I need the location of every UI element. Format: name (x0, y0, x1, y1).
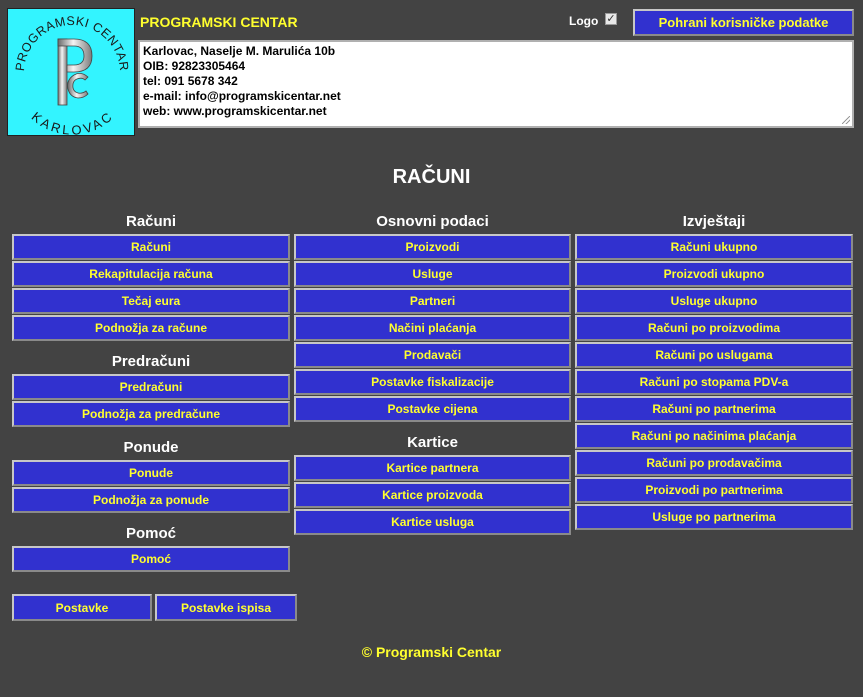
menu-racuni-po-proizvodima[interactable]: Računi po proizvodima (575, 315, 853, 341)
resize-grip-icon[interactable] (842, 116, 850, 124)
menu-usluge-po-partnerima[interactable]: Usluge po partnerima (575, 504, 853, 530)
menu-predracuni[interactable]: Predračuni (12, 374, 290, 400)
menu-podnozja-za-predracune[interactable]: Podnožja za predračune (12, 401, 290, 427)
footer-copyright: © Programski Centar (361, 644, 502, 660)
company-logo: PROGRAMSKI CENTAR KARLOVAC (7, 8, 135, 136)
menu-pomoc[interactable]: Pomoć (12, 546, 290, 572)
menu-racuni-po-uslugama[interactable]: Računi po uslugama (575, 342, 853, 368)
menu-postavke-fiskalizacije[interactable]: Postavke fiskalizacije (294, 369, 571, 395)
section-title-pomoc: Pomoć (125, 525, 176, 542)
menu-racuni-po-prodavacima[interactable]: Računi po prodavačima (575, 450, 853, 476)
menu-proizvodi-ukupno[interactable]: Proizvodi ukupno (575, 261, 853, 287)
section-title-racuni: Računi (125, 213, 176, 230)
menu-racuni-po-stopama-pdv[interactable]: Računi po stopama PDV-a (575, 369, 853, 395)
menu-kartice-proizvoda[interactable]: Kartice proizvoda (294, 482, 571, 508)
menu-ponude[interactable]: Ponude (12, 460, 290, 486)
print-settings-button[interactable]: Postavke ispisa (155, 594, 297, 621)
menu-prodavaci[interactable]: Prodavači (294, 342, 571, 368)
section-title-ponude: Ponude (123, 439, 179, 456)
svg-text:KARLOVAC: KARLOVAC (29, 109, 115, 136)
menu-nacini-placanja[interactable]: Načini plaćanja (294, 315, 571, 341)
save-user-data-button[interactable]: Pohrani korisničke podatke (633, 9, 854, 36)
menu-partneri[interactable]: Partneri (294, 288, 571, 314)
logo-toggle-label: Logo (569, 14, 599, 28)
section-title-predracuni: Predračuni (111, 353, 191, 370)
menu-racuni-po-nacinima-placanja[interactable]: Računi po načinima plaćanja (575, 423, 853, 449)
company-logo-graphic: PROGRAMSKI CENTAR KARLOVAC (13, 14, 131, 136)
menu-podnozja-za-racune[interactable]: Podnožja za račune (12, 315, 290, 341)
menu-kartice-partnera[interactable]: Kartice partnera (294, 455, 571, 481)
menu-usluge[interactable]: Usluge (294, 261, 571, 287)
section-title-osnovni-podaci: Osnovni podaci (376, 213, 489, 230)
menu-tecaj-eura[interactable]: Tečaj eura (12, 288, 290, 314)
section-title-izvjestaji: Izvještaji (682, 213, 746, 230)
company-info-textarea[interactable]: Karlovac, Naselje M. Marulića 10b OIB: 9… (138, 40, 854, 128)
info-line-email: e-mail: info@programskicentar.net (143, 89, 341, 103)
info-line-phone: tel: 091 5678 342 (143, 74, 238, 88)
menu-racuni[interactable]: Računi (12, 234, 290, 260)
menu-racuni-ukupno[interactable]: Računi ukupno (575, 234, 853, 260)
company-name: PROGRAMSKI CENTAR (140, 14, 298, 30)
menu-proizvodi-po-partnerima[interactable]: Proizvodi po partnerima (575, 477, 853, 503)
menu-postavke-cijena[interactable]: Postavke cijena (294, 396, 571, 422)
logo-bottom-text: KARLOVAC (29, 109, 114, 135)
menu-podnozja-za-ponude[interactable]: Podnožja za ponude (12, 487, 290, 513)
menu-kartice-usluga[interactable]: Kartice usluga (294, 509, 571, 535)
info-line-web: web: www.programskicentar.net (143, 104, 327, 118)
menu-proizvodi[interactable]: Proizvodi (294, 234, 571, 260)
page-title: RAČUNI (392, 166, 471, 188)
menu-rekapitulacija-racuna[interactable]: Rekapitulacija računa (12, 261, 290, 287)
logo-toggle-checkbox[interactable]: ✓ (605, 13, 617, 25)
menu-usluge-ukupno[interactable]: Usluge ukupno (575, 288, 853, 314)
section-title-kartice: Kartice (407, 434, 458, 451)
menu-racuni-po-partnerima[interactable]: Računi po partnerima (575, 396, 853, 422)
info-line-oib: OIB: 92823305464 (143, 59, 246, 73)
settings-button[interactable]: Postavke (12, 594, 152, 621)
info-line-address: Karlovac, Naselje M. Marulića 10b (143, 44, 336, 58)
